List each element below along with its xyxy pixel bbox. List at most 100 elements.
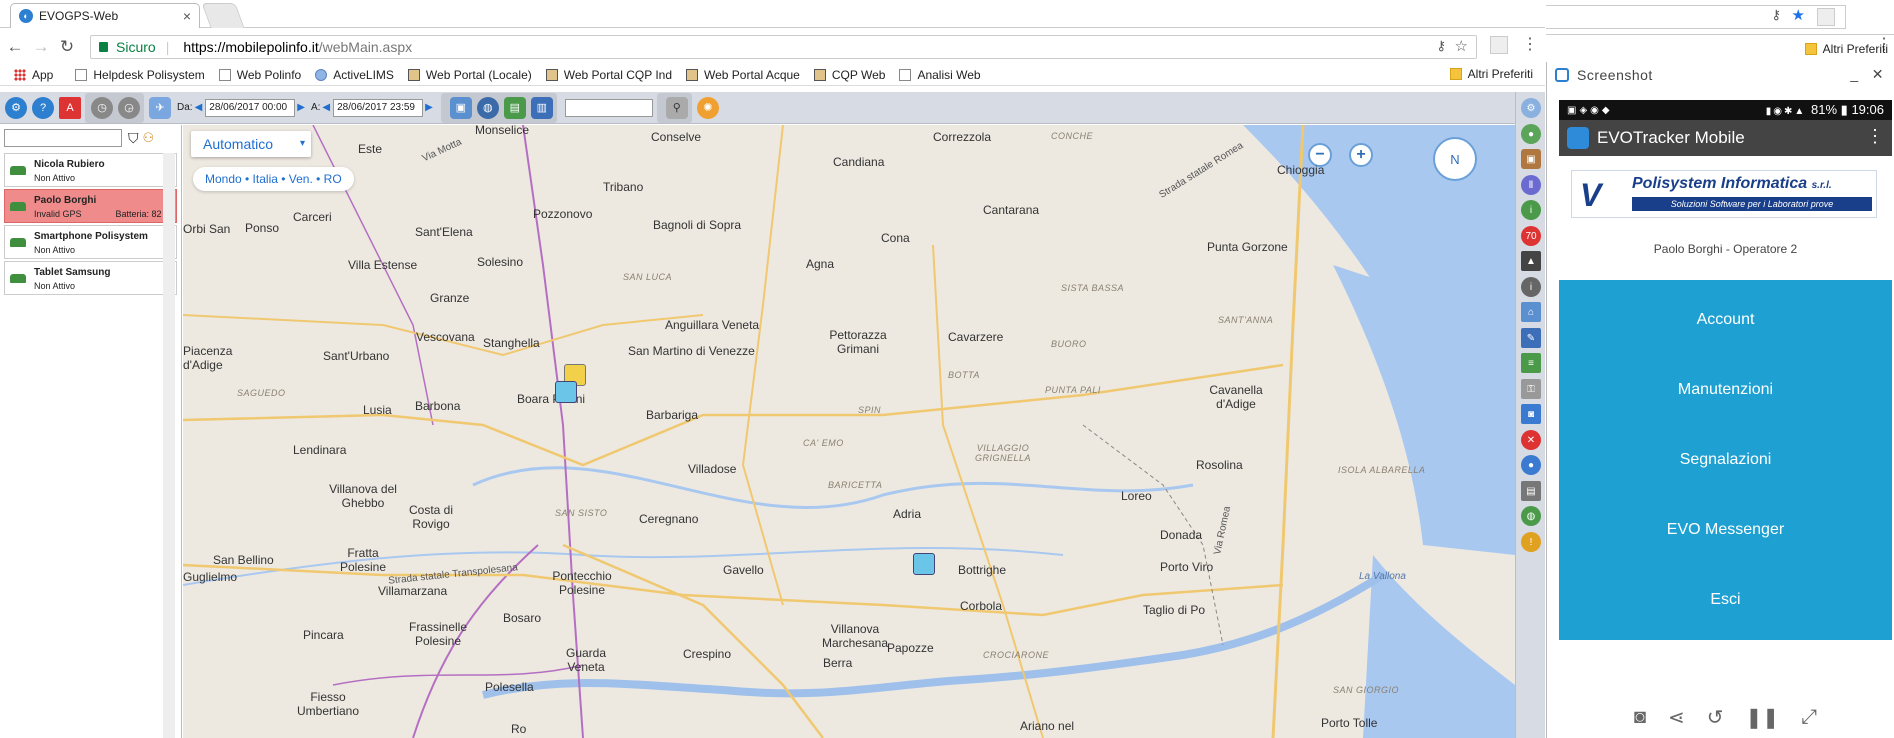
map-label: Gavello bbox=[723, 563, 764, 577]
segnalazioni-button[interactable]: Segnalazioni bbox=[1559, 420, 1892, 500]
list-icon[interactable]: ≡ bbox=[1521, 353, 1541, 373]
map-label: Sant'Urbano bbox=[323, 349, 390, 363]
pen-icon[interactable]: ✎ bbox=[1521, 328, 1541, 348]
extension-icon[interactable] bbox=[1817, 8, 1835, 26]
home-icon[interactable]: ⌂ bbox=[1521, 302, 1541, 322]
bookmark-web-portal-locale[interactable]: Web Portal (Locale) bbox=[407, 68, 532, 82]
image-icon[interactable]: ▣ bbox=[1521, 149, 1541, 169]
bookmark-web-portal-acque[interactable]: Web Portal Acque bbox=[686, 68, 800, 82]
compass-pan-control[interactable]: N bbox=[1433, 137, 1477, 181]
home-icon[interactable]: ⚙ bbox=[5, 96, 27, 119]
navigate-icon[interactable]: ▲ bbox=[1521, 251, 1541, 271]
key-icon[interactable]: ⚷ bbox=[1771, 7, 1781, 23]
bookmark-cqp-web[interactable]: CQP Web bbox=[813, 68, 885, 82]
bookmark-analisi-web[interactable]: Analisi Web bbox=[899, 68, 981, 82]
url-bar[interactable]: Sicuro | https://mobilepolinfo.it/webMai… bbox=[90, 35, 1477, 59]
save-icon[interactable]: ▤ bbox=[1521, 481, 1541, 501]
tab-evogps[interactable]: ◐ EVOGPS-Web × bbox=[10, 3, 200, 28]
help-icon[interactable]: ? bbox=[32, 96, 54, 119]
second-url-bar[interactable]: ⚷ ★ bbox=[1546, 5, 1846, 29]
menu-icon[interactable]: ⋮ bbox=[1522, 34, 1538, 54]
filter-icon[interactable]: ⛉ bbox=[128, 130, 139, 147]
fullscreen-icon[interactable]: ⤢ bbox=[1801, 706, 1817, 729]
vehicle-item[interactable]: Nicola Rubiero Non Attivo bbox=[4, 153, 177, 187]
globe-view-icon[interactable]: ◍ bbox=[476, 96, 499, 119]
image-icon[interactable]: ▣ bbox=[449, 96, 472, 119]
rotate-icon[interactable]: ↺ bbox=[1707, 705, 1724, 730]
search-group: ⚲ bbox=[656, 92, 692, 123]
vehicle-item[interactable]: Smartphone Polisystem Non Attivo bbox=[4, 225, 177, 259]
stats-icon[interactable]: ▥ bbox=[530, 96, 553, 119]
bookmark-other[interactable]: Altri Preferiti bbox=[1449, 67, 1533, 81]
key-icon[interactable]: ⚷ bbox=[1436, 38, 1446, 54]
map-label: Este bbox=[358, 142, 383, 156]
share-icon[interactable]: ⋖ bbox=[1668, 705, 1685, 730]
account-button[interactable]: Account bbox=[1559, 280, 1892, 360]
details-icon[interactable]: i bbox=[1521, 277, 1541, 297]
history-icon[interactable]: ◶ bbox=[118, 96, 140, 119]
sidebar-scrollbar[interactable] bbox=[163, 153, 175, 738]
speed-limit-icon[interactable]: 70 bbox=[1521, 226, 1541, 246]
next-to-icon[interactable]: ▶ bbox=[425, 102, 433, 113]
camera-icon[interactable]: ◙ bbox=[1634, 706, 1646, 729]
lock-icon[interactable]: ⚿ bbox=[1521, 379, 1541, 399]
to-date-input[interactable]: 28/06/2017 23:59 bbox=[333, 98, 424, 117]
map-canvas[interactable]: Automatico ▾ Mondo • Italia • Ven. • RO … bbox=[183, 125, 1515, 738]
bookmark-web-portal-cqp[interactable]: Web Portal CQP Ind bbox=[545, 68, 672, 82]
vehicle-item-selected[interactable]: Paolo Borghi Invalid GPS Batteria: 82 % bbox=[4, 189, 177, 223]
second-bookmarks-bar: Altri Preferiti bbox=[1546, 36, 1894, 62]
flag-marker-icon[interactable] bbox=[555, 381, 577, 403]
warning-icon[interactable]: ! bbox=[1521, 532, 1541, 552]
vehicle-search-input[interactable] bbox=[4, 129, 122, 147]
settings-icon[interactable]: ⚙ bbox=[1521, 98, 1541, 118]
from-date-input[interactable]: 28/06/2017 00:00 bbox=[205, 98, 296, 117]
next-from-icon[interactable]: ▶ bbox=[297, 102, 305, 113]
close-tab-icon[interactable]: × bbox=[183, 8, 191, 24]
reload-icon[interactable]: ↻ bbox=[56, 36, 78, 58]
bookmark-other[interactable]: Altri Preferiti bbox=[1804, 42, 1888, 56]
star-icon[interactable]: ★ bbox=[1792, 6, 1805, 24]
chat-icon[interactable]: ● bbox=[1521, 124, 1541, 144]
bookmark-apps[interactable]: App bbox=[14, 68, 53, 82]
manutenzioni-button[interactable]: Manutenzioni bbox=[1559, 350, 1892, 430]
pause-icon[interactable]: Ⅱ bbox=[1521, 175, 1541, 195]
window-controls[interactable]: _ ✕ bbox=[1850, 66, 1884, 83]
info-icon[interactable]: i bbox=[1521, 200, 1541, 220]
prev-to-icon[interactable]: ◀ bbox=[322, 102, 330, 113]
new-tab-button[interactable] bbox=[201, 3, 245, 28]
vehicle-item[interactable]: Tablet Samsung Non Attivo bbox=[4, 261, 177, 295]
flag-marker-icon[interactable] bbox=[913, 553, 935, 575]
pause-icon[interactable]: ❚❚ bbox=[1746, 705, 1780, 730]
car-icon bbox=[10, 273, 26, 283]
route-icon[interactable]: ✈ bbox=[149, 96, 171, 119]
overflow-menu-icon[interactable]: ⋮ bbox=[1866, 126, 1884, 147]
search-icon[interactable]: ⚲ bbox=[665, 96, 688, 119]
clock-icon[interactable]: ◷ bbox=[91, 96, 113, 119]
zoom-in-button[interactable]: + bbox=[1349, 143, 1373, 167]
message-icon[interactable]: ● bbox=[1521, 455, 1541, 475]
report-icon[interactable]: ▤ bbox=[503, 96, 526, 119]
bookmark-activelims[interactable]: ActiveLIMS bbox=[315, 68, 394, 82]
tab-title: EVOGPS-Web bbox=[39, 9, 119, 23]
group-icon[interactable]: ⚇ bbox=[143, 130, 155, 146]
pdf-icon[interactable]: A bbox=[59, 96, 81, 119]
bookmark-helpdesk[interactable]: Helpdesk Polisystem bbox=[75, 68, 205, 82]
evo-messenger-button[interactable]: EVO Messenger bbox=[1559, 490, 1892, 570]
forward-icon[interactable]: → bbox=[30, 36, 52, 58]
bookmark-web-polinfo[interactable]: Web Polinfo bbox=[218, 68, 301, 82]
esci-button[interactable]: Esci bbox=[1559, 560, 1892, 640]
url-text[interactable]: https://mobilepolinfo.it/webMain.aspx bbox=[183, 39, 412, 55]
prev-from-icon[interactable]: ◀ bbox=[195, 102, 203, 113]
map-label: SAN GIORGIO bbox=[1333, 685, 1400, 695]
search-input[interactable] bbox=[564, 98, 653, 117]
star-icon[interactable]: ☆ bbox=[1455, 37, 1468, 55]
extension-icon[interactable] bbox=[1490, 36, 1508, 54]
map-mode-select[interactable]: Automatico ▾ bbox=[191, 131, 311, 157]
secure-indicator[interactable]: Sicuro bbox=[99, 39, 156, 55]
globe-icon[interactable]: ◍ bbox=[1521, 506, 1541, 526]
back-icon[interactable]: ← bbox=[4, 36, 26, 58]
map-breadcrumb[interactable]: Mondo • Italia • Ven. • RO bbox=[193, 167, 354, 191]
settings-icon[interactable]: ✺ bbox=[696, 96, 719, 119]
camera-icon[interactable]: ◙ bbox=[1521, 404, 1541, 424]
close-icon[interactable]: ✕ bbox=[1521, 430, 1541, 450]
